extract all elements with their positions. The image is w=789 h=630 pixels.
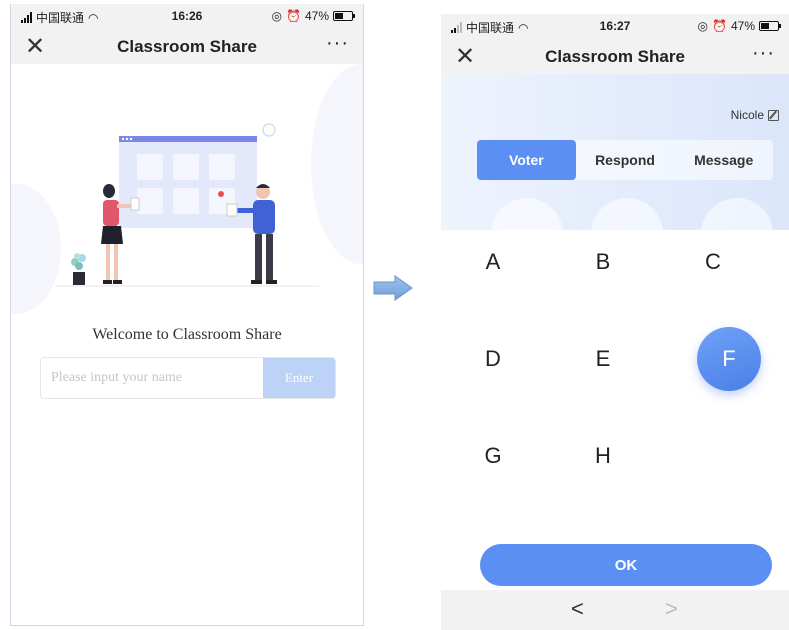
forward-arrow-icon[interactable]: > <box>665 596 678 622</box>
enter-button[interactable]: Enter <box>263 358 335 398</box>
edit-icon[interactable] <box>768 109 779 121</box>
username-group[interactable]: Nicole <box>731 108 779 122</box>
back-arrow-icon[interactable]: < <box>571 596 584 622</box>
option-e[interactable]: E <box>571 327 635 391</box>
decor-circle <box>591 198 663 230</box>
option-h[interactable]: H <box>571 424 635 488</box>
page-title: Classroom Share <box>117 37 257 56</box>
status-bar: 中国联通 ◠ 16:26 ◎ ⏰ 47% <box>11 4 363 28</box>
battery-icon <box>333 11 355 21</box>
battery-percent: 47% <box>304 9 329 23</box>
hero-area <box>11 64 363 324</box>
alarm-icon: ⏰ <box>712 19 727 33</box>
option-c[interactable]: C <box>681 230 745 294</box>
ok-button[interactable]: OK <box>480 544 772 586</box>
name-form: Enter <box>40 357 336 399</box>
voter-screen: 中国联通 ◠ 16:27 ◎ ⏰ 47% ✕ Classroom Share ·… <box>441 14 789 630</box>
tab-respond[interactable]: Respond <box>576 140 675 180</box>
decor-circle <box>491 198 563 230</box>
lock-rotation-icon: ◎ <box>271 9 283 23</box>
classroom-illustration <box>55 123 319 287</box>
more-icon[interactable]: ··· <box>326 32 349 55</box>
alarm-icon: ⏰ <box>286 9 301 23</box>
option-a[interactable]: A <box>461 230 525 294</box>
status-right: ◎ ⏰ 47% <box>697 19 781 33</box>
username: Nicole <box>730 108 764 122</box>
option-d[interactable]: D <box>461 327 525 391</box>
option-f[interactable]: F <box>697 327 761 391</box>
more-icon[interactable]: ··· <box>752 42 775 65</box>
status-bar: 中国联通 ◠ 16:27 ◎ ⏰ 47% <box>441 14 789 38</box>
status-right: ◎ ⏰ 47% <box>271 9 355 23</box>
lock-rotation-icon: ◎ <box>697 19 709 33</box>
welcome-screen: 中国联通 ◠ 16:26 ◎ ⏰ 47% ✕ Classroom Share ·… <box>10 4 364 626</box>
decor-circle <box>701 198 773 230</box>
battery-percent: 47% <box>730 19 755 33</box>
page-title: Classroom Share <box>545 47 685 66</box>
browser-bottom-bar: < > <box>441 590 789 630</box>
name-input[interactable] <box>41 358 263 398</box>
option-b[interactable]: B <box>571 230 635 294</box>
right-arrow-icon <box>373 275 413 301</box>
tab-bar: Voter Respond Message <box>477 140 773 180</box>
tab-message[interactable]: Message <box>674 140 773 180</box>
tab-voter[interactable]: Voter <box>477 140 576 180</box>
nav-bar: ✕ Classroom Share ··· <box>11 28 363 64</box>
nav-bar: ✕ Classroom Share ··· <box>441 38 789 74</box>
option-g[interactable]: G <box>461 424 525 488</box>
welcome-text: Welcome to Classroom Share <box>92 326 282 343</box>
battery-icon <box>759 21 781 31</box>
